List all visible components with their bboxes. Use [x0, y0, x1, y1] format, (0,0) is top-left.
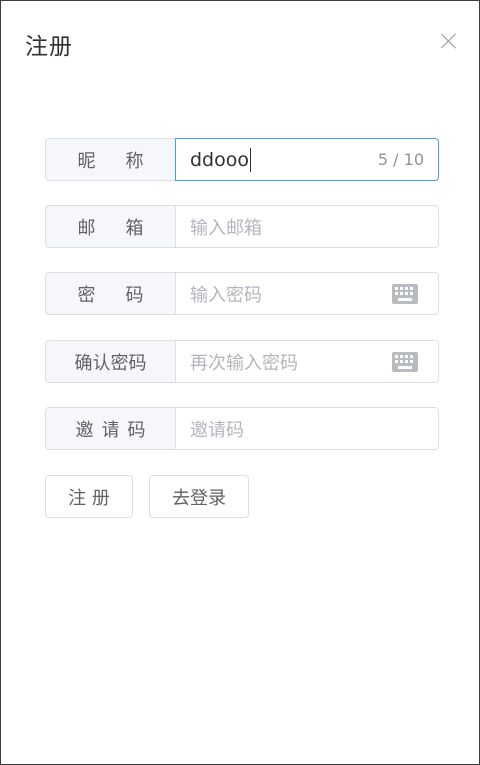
email-row: 邮箱 输入邮箱 — [45, 205, 439, 248]
nickname-row: 昵称 ddooo 5 / 10 — [45, 138, 439, 181]
go-login-button[interactable]: 去登录 — [149, 475, 249, 518]
close-icon[interactable] — [439, 31, 459, 51]
keyboard-icon[interactable] — [392, 284, 418, 304]
confirm-password-label: 确认密码 — [45, 340, 175, 383]
email-input[interactable]: 输入邮箱 — [175, 205, 439, 248]
password-placeholder: 输入密码 — [190, 284, 262, 306]
invite-code-row: 邀请码 邀请码 — [45, 407, 439, 450]
confirm-password-placeholder: 再次输入密码 — [190, 352, 298, 374]
register-dialog: 注册 昵称 ddooo 5 / 10 邮箱 输入邮箱 密码 输入密码 确认密码 … — [0, 0, 480, 765]
confirm-password-input[interactable]: 再次输入密码 — [175, 340, 439, 383]
invite-code-placeholder: 邀请码 — [190, 419, 244, 441]
nickname-input[interactable]: ddooo 5 / 10 — [175, 138, 439, 181]
password-row: 密码 输入密码 — [45, 272, 439, 315]
nickname-char-counter: 5 / 10 — [377, 150, 424, 169]
invite-code-label: 邀请码 — [45, 407, 175, 450]
password-input[interactable]: 输入密码 — [175, 272, 439, 315]
invite-code-input[interactable]: 邀请码 — [175, 407, 439, 450]
nickname-label: 昵称 — [45, 138, 175, 181]
email-placeholder: 输入邮箱 — [190, 217, 262, 239]
keyboard-icon[interactable] — [392, 352, 418, 372]
password-label: 密码 — [45, 272, 175, 315]
confirm-password-row: 确认密码 再次输入密码 — [45, 340, 439, 383]
text-caret — [250, 147, 251, 172]
nickname-value: ddooo — [190, 148, 249, 171]
dialog-title: 注册 — [25, 34, 73, 60]
register-button[interactable]: 注 册 — [45, 475, 133, 518]
email-label: 邮箱 — [45, 205, 175, 248]
